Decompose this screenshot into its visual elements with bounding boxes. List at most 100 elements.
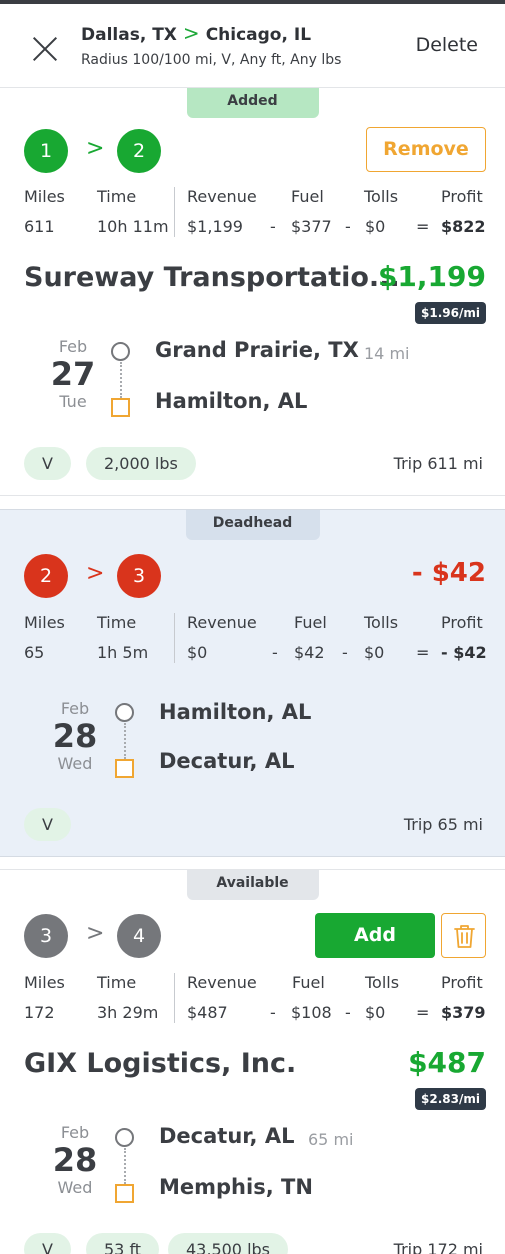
revenue-label: Revenue xyxy=(187,973,257,992)
pickup-weekday: Wed xyxy=(57,754,93,773)
miles-label: Miles xyxy=(24,613,65,632)
fuel-value: $377 xyxy=(291,217,332,236)
load-revenue: $487 xyxy=(408,1046,486,1079)
profit-label: Profit xyxy=(441,187,483,206)
minus-operator: - xyxy=(345,217,351,236)
revenue-value: $487 xyxy=(187,1003,228,1022)
trip-stats: Miles Time Revenue Fuel Tolls Profit 172… xyxy=(0,973,505,1033)
origin-circle-icon xyxy=(111,342,130,361)
equals-operator: = xyxy=(416,217,430,236)
pickup-month: Feb xyxy=(60,1123,90,1142)
tolls-value: $0 xyxy=(365,1003,386,1022)
time-label: Time xyxy=(97,613,137,632)
origin-circle-icon xyxy=(115,1128,134,1147)
close-icon[interactable] xyxy=(28,32,62,66)
pickup-weekday: Wed xyxy=(57,1178,93,1197)
fuel-label: Fuel xyxy=(291,187,324,206)
time-value: 3h 29m xyxy=(97,1003,159,1022)
route-filters: Radius 100/100 mi, V, Any ft, Any lbs xyxy=(81,52,342,68)
tolls-label: Tolls xyxy=(365,973,400,992)
tolls-label: Tolls xyxy=(364,187,399,206)
origin-deadhead: 14 mi xyxy=(364,344,410,363)
equipment-chip: V xyxy=(24,808,71,841)
stop-number-to: 3 xyxy=(117,554,161,598)
fuel-label: Fuel xyxy=(292,973,325,992)
route-destination: Chicago, IL xyxy=(205,25,312,45)
chevron-right-icon: > xyxy=(182,21,200,45)
length-chip: 53 ft xyxy=(86,1233,160,1254)
destination-square-icon xyxy=(115,759,134,778)
pickup-month: Feb xyxy=(60,699,90,718)
pickup-date: Feb 28 Wed xyxy=(45,699,105,773)
miles-label: Miles xyxy=(24,973,65,992)
profit-value: $379 xyxy=(441,1003,486,1022)
chevron-right-icon: > xyxy=(86,136,105,161)
route-origin: Dallas, TX xyxy=(81,25,177,45)
route-connector xyxy=(124,723,126,759)
time-label: Time xyxy=(97,973,137,992)
fuel-value: $42 xyxy=(294,643,325,662)
delete-button[interactable]: Delete xyxy=(416,34,478,56)
stats-divider xyxy=(174,973,175,1023)
stop-number-to: 2 xyxy=(117,129,161,173)
revenue-label: Revenue xyxy=(187,613,257,632)
pickup-weekday: Tue xyxy=(59,392,87,411)
route-connector xyxy=(120,362,122,398)
load-card-added[interactable]: Added 1 > 2 Remove Miles Time Revenue Fu… xyxy=(0,88,505,496)
destination-square-icon xyxy=(115,1184,134,1203)
time-value: 10h 11m xyxy=(97,217,169,236)
trip-distance: Trip 611 mi xyxy=(393,454,483,473)
trip-stats: Miles Time Revenue Fuel Tolls Profit 611… xyxy=(0,187,505,247)
load-revenue: $1,199 xyxy=(377,260,486,293)
equals-operator: = xyxy=(416,1003,430,1022)
rate-per-mile-badge: $2.83/mi xyxy=(415,1088,486,1110)
load-card-available[interactable]: Available 3 > 4 Add Miles Time Revenue F… xyxy=(0,869,505,1254)
stop-number-from: 1 xyxy=(24,129,68,173)
time-label: Time xyxy=(97,187,137,206)
load-card-deadhead[interactable]: Deadhead 2 > 3 - $42 Miles Time Revenue … xyxy=(0,509,505,857)
delete-load-button[interactable] xyxy=(441,913,486,958)
trip-distance: Trip 65 mi xyxy=(403,815,483,834)
equipment-chip: V xyxy=(24,447,71,480)
add-button[interactable]: Add xyxy=(315,913,435,958)
fuel-label: Fuel xyxy=(294,613,327,632)
miles-label: Miles xyxy=(24,187,65,206)
minus-operator: - xyxy=(345,1003,351,1022)
origin-city: Hamilton, AL xyxy=(159,700,312,724)
weight-chip: 43,500 lbs xyxy=(168,1233,289,1254)
company-name: Sureway Transportatio... xyxy=(24,262,400,293)
pickup-day: 27 xyxy=(50,355,96,393)
revenue-value: $0 xyxy=(187,643,208,662)
miles-value: 65 xyxy=(24,643,45,662)
pickup-month: Feb xyxy=(58,337,88,356)
remove-button[interactable]: Remove xyxy=(366,127,486,172)
tolls-value: $0 xyxy=(364,643,385,662)
tolls-value: $0 xyxy=(365,217,386,236)
origin-city: Decatur, AL xyxy=(159,1124,295,1148)
pickup-date: Feb 28 Wed xyxy=(45,1123,105,1197)
stop-number-from: 3 xyxy=(24,914,68,958)
profit-value: $822 xyxy=(441,217,486,236)
stats-divider xyxy=(174,613,175,663)
origin-deadhead: 65 mi xyxy=(308,1130,354,1149)
pickup-day: 28 xyxy=(52,717,98,755)
profit-value: - $42 xyxy=(441,643,487,662)
destination-city: Memphis, TN xyxy=(159,1175,313,1199)
destination-city: Decatur, AL xyxy=(159,749,295,773)
minus-operator: - xyxy=(270,217,276,236)
status-badge: Deadhead xyxy=(185,510,320,540)
revenue-value: $1,199 xyxy=(187,217,243,236)
trip-stats: Miles Time Revenue Fuel Tolls Profit 65 … xyxy=(0,613,505,673)
trip-distance: Trip 172 mi xyxy=(393,1240,483,1254)
miles-value: 172 xyxy=(24,1003,55,1022)
stats-divider xyxy=(174,187,175,237)
pickup-date: Feb 27 Tue xyxy=(43,337,103,411)
minus-operator: - xyxy=(270,1003,276,1022)
stop-number-to: 4 xyxy=(117,914,161,958)
minus-operator: - xyxy=(272,643,278,662)
revenue-label: Revenue xyxy=(187,187,257,206)
time-value: 1h 5m xyxy=(97,643,149,662)
profit-label: Profit xyxy=(441,973,483,992)
route-title: Dallas, TX > Chicago, IL xyxy=(81,21,311,45)
tolls-label: Tolls xyxy=(364,613,399,632)
